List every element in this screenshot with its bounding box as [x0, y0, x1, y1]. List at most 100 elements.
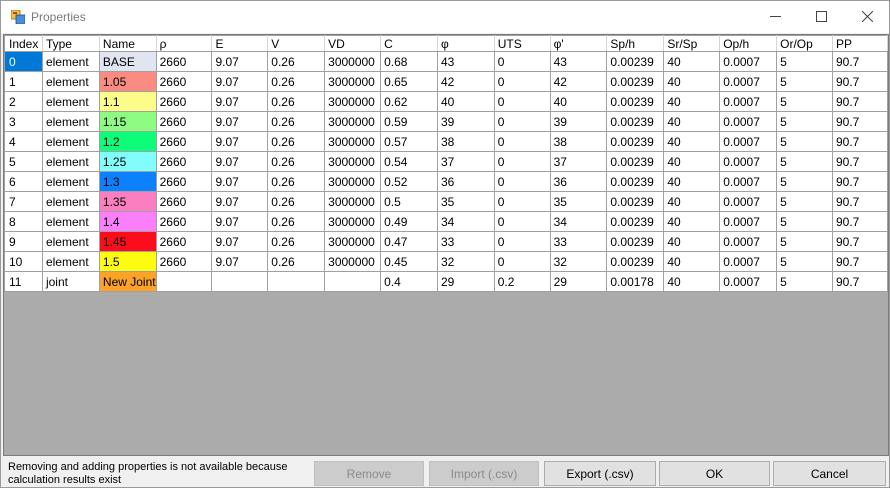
table-cell[interactable]: 0 [4, 51, 43, 72]
table-cell[interactable]: 5 [4, 151, 43, 172]
table-cell[interactable]: 2660 [155, 111, 213, 132]
table-cell[interactable]: 0.45 [380, 251, 438, 272]
table-cell[interactable]: 0.26 [267, 171, 326, 192]
table-cell[interactable]: 40 [663, 151, 721, 172]
table-cell[interactable]: 3000000 [324, 151, 382, 172]
column-header[interactable]: VD [324, 35, 382, 52]
table-cell[interactable]: 40 [663, 271, 721, 292]
table-cell[interactable]: 0.2 [493, 271, 551, 292]
table-cell[interactable]: 35 [436, 191, 495, 212]
table-row[interactable]: 11 joint New Joint 0.4 29 0.2 29 0.00178 40 0.000… [4, 271, 888, 292]
table-cell[interactable]: 0.0007 [719, 191, 778, 212]
table-cell[interactable]: 43 [549, 51, 608, 72]
table-cell[interactable]: 90.7 [832, 131, 888, 152]
table-cell[interactable]: 40 [663, 111, 721, 132]
column-header[interactable]: Op/h [719, 35, 778, 52]
table-cell[interactable]: 0.0007 [719, 51, 778, 72]
table-cell[interactable]: 0 [493, 211, 551, 232]
table-cell[interactable]: 0.0007 [719, 71, 778, 92]
table-cell[interactable]: 0.00239 [606, 171, 665, 192]
table-cell[interactable]: 0.0007 [719, 111, 778, 132]
table-cell[interactable]: 3000000 [324, 211, 382, 232]
table-cell[interactable]: 0.00239 [606, 111, 665, 132]
table-cell[interactable]: 42 [436, 71, 495, 92]
name-cell[interactable]: BASE [98, 51, 157, 72]
table-row[interactable]: 2 element 1.1 2660 9.07 0.26 3000000 0.62 40 0 40 0… [4, 91, 888, 112]
table-cell[interactable]: 0 [493, 131, 551, 152]
column-header[interactable]: Type [41, 35, 100, 52]
table-cell[interactable]: 38 [436, 131, 495, 152]
table-row[interactable]: 0 element BASE 2660 9.07 0.26 3000000 0.68 43 0 43… [4, 51, 888, 72]
name-cell[interactable]: 1.45 [98, 231, 157, 252]
table-cell[interactable]: 3000000 [324, 231, 382, 252]
name-cell[interactable]: 1.05 [98, 71, 157, 92]
column-header[interactable]: ρ [155, 35, 213, 52]
table-cell[interactable]: 0.26 [267, 151, 326, 172]
table-cell[interactable]: 0.26 [267, 111, 326, 132]
table-cell[interactable]: 0.00239 [606, 231, 665, 252]
table-cell[interactable]: 2 [4, 91, 43, 112]
name-cell[interactable]: 1.5 [98, 251, 157, 272]
table-cell[interactable]: 9.07 [211, 171, 269, 192]
table-cell[interactable]: 32 [549, 251, 608, 272]
table-cell[interactable]: 3000000 [324, 191, 382, 212]
table-cell[interactable]: element [41, 251, 100, 272]
table-cell[interactable]: 0.26 [267, 71, 326, 92]
name-cell[interactable]: 1.4 [98, 211, 157, 232]
name-cell[interactable]: 1.1 [98, 91, 157, 112]
table-cell[interactable]: 37 [549, 151, 608, 172]
table-row[interactable]: 4 element 1.2 2660 9.07 0.26 3000000 0.57 38 0 38 0… [4, 131, 888, 152]
import-csv-button[interactable]: Import (.csv) [429, 461, 539, 486]
table-cell[interactable]: 40 [663, 231, 721, 252]
name-cell[interactable]: 1.35 [98, 191, 157, 212]
table-cell[interactable]: element [41, 51, 100, 72]
table-cell[interactable]: 90.7 [832, 231, 888, 252]
table-row[interactable]: 8 element 1.4 2660 9.07 0.26 3000000 0.49 34 0 34 0… [4, 211, 888, 232]
table-cell[interactable]: element [41, 91, 100, 112]
table-cell[interactable] [267, 271, 326, 292]
table-cell[interactable]: 37 [436, 151, 495, 172]
table-cell[interactable] [324, 271, 382, 292]
table-cell[interactable]: element [41, 151, 100, 172]
table-cell[interactable]: 0.0007 [719, 231, 778, 252]
table-cell[interactable]: 3 [4, 111, 43, 132]
column-header[interactable]: Or/Op [776, 35, 833, 52]
table-cell[interactable]: 90.7 [832, 51, 888, 72]
ok-button[interactable]: OK [659, 461, 770, 486]
column-header[interactable]: Name [98, 35, 157, 52]
table-cell[interactable]: 9.07 [211, 251, 269, 272]
table-cell[interactable]: element [41, 211, 100, 232]
table-cell[interactable]: 0.0007 [719, 91, 778, 112]
table-cell[interactable]: 5 [776, 151, 833, 172]
table-cell[interactable]: 0.52 [380, 171, 438, 192]
table-cell[interactable]: 32 [436, 251, 495, 272]
table-cell[interactable]: element [41, 231, 100, 252]
table-cell[interactable]: 5 [776, 111, 833, 132]
table-cell[interactable]: 90.7 [832, 191, 888, 212]
table-cell[interactable]: element [41, 71, 100, 92]
table-cell[interactable]: 3000000 [324, 111, 382, 132]
table-cell[interactable]: 38 [549, 131, 608, 152]
column-header[interactable]: φ' [549, 35, 608, 52]
table-row[interactable]: 5 element 1.25 2660 9.07 0.26 3000000 0.54 37 0 37… [4, 151, 888, 172]
table-row[interactable]: 10 element 1.5 2660 9.07 0.26 3000000 0.45 32 0 32… [4, 251, 888, 272]
table-cell[interactable]: 0.00239 [606, 91, 665, 112]
table-cell[interactable]: 0.4 [380, 271, 438, 292]
table-cell[interactable]: 5 [776, 271, 833, 292]
column-header[interactable]: Sp/h [606, 35, 665, 52]
table-cell[interactable]: 6 [4, 171, 43, 192]
table-cell[interactable]: 9.07 [211, 131, 269, 152]
table-cell[interactable]: 34 [549, 211, 608, 232]
table-cell[interactable]: 39 [549, 111, 608, 132]
table-cell[interactable]: 29 [549, 271, 608, 292]
name-cell[interactable]: 1.3 [98, 171, 157, 192]
table-cell[interactable]: 33 [436, 231, 495, 252]
table-cell[interactable]: 3000000 [324, 91, 382, 112]
column-header[interactable]: Index [4, 35, 43, 52]
table-cell[interactable]: 90.7 [832, 271, 888, 292]
table-cell[interactable]: 0 [493, 111, 551, 132]
table-cell[interactable] [155, 271, 213, 292]
table-row[interactable]: 7 element 1.35 2660 9.07 0.26 3000000 0.5 35 0 35 0… [4, 191, 888, 212]
table-cell[interactable]: 0.26 [267, 51, 326, 72]
table-cell[interactable]: 9.07 [211, 151, 269, 172]
